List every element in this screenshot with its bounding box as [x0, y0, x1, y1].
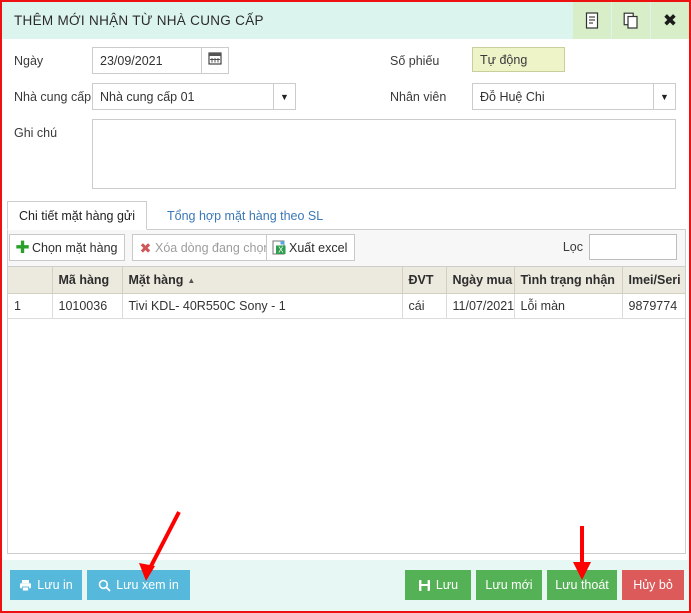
chevron-down-icon: ▼	[273, 84, 295, 109]
grid-toolbar: ✚ Chọn mặt hàng ✖ Xóa dòng đang chọn X X…	[7, 230, 686, 266]
select-item-label: Chọn mặt hàng	[32, 240, 118, 255]
document-button[interactable]	[573, 2, 611, 39]
employee-select[interactable]: Đỗ Huệ Chi ▼	[472, 83, 676, 110]
save-label: Lưu	[435, 578, 459, 592]
close-button[interactable]: ✖	[651, 2, 689, 39]
date-label: Ngày	[14, 54, 44, 68]
items-grid: Mã hàng Mặt hàng ▲ ĐVT Ngày mua Tình trạn…	[7, 266, 686, 554]
col-header-tinh-trang-nhan[interactable]: Tình trạng nhận	[514, 267, 623, 294]
supplier-select-value: Nhà cung cấp 01	[100, 89, 195, 104]
cell-ma-hang: 1010036	[52, 293, 123, 319]
date-input[interactable]: 23/09/2021	[92, 47, 202, 74]
document-icon	[585, 12, 600, 29]
form-area: Ngày 23/09/2021 Số phiếu Tự động Nhà cun…	[2, 39, 689, 197]
tab-chi-tiet-mat-hang-gui[interactable]: Chi tiết mặt hàng gửi	[7, 201, 148, 230]
calendar-button[interactable]	[202, 47, 229, 74]
filter-group: Lọc	[563, 234, 677, 260]
col-header-mat-hang[interactable]: Mặt hàng ▲	[122, 267, 403, 294]
save-button[interactable]: Lưu	[405, 570, 471, 600]
chevron-down-icon: ▼	[653, 84, 675, 109]
save-exit-label: Lưu thoát	[555, 578, 609, 592]
plus-icon: ✚	[15, 238, 30, 257]
export-excel-button[interactable]: X Xuất excel	[266, 234, 356, 261]
save-print-button[interactable]: Lưu in	[10, 570, 82, 600]
export-excel-label: Xuất excel	[289, 240, 348, 255]
cancel-button[interactable]: Hủy bỏ	[622, 570, 684, 600]
copy-button[interactable]	[612, 2, 650, 39]
filter-label: Lọc	[562, 240, 583, 254]
cell-stt: 1	[8, 293, 53, 319]
note-label: Ghi chú	[14, 126, 58, 140]
search-icon	[98, 579, 111, 592]
table-row[interactable]: 1 1010036 Tivi KDL- 40R550C Sony - 1 cái…	[8, 293, 685, 319]
svg-text:X: X	[278, 245, 284, 254]
filter-input[interactable]	[589, 234, 677, 260]
supplier-select[interactable]: Nhà cung cấp 01 ▼	[92, 83, 296, 110]
copy-icon	[623, 12, 639, 29]
col-header-ngay-mua[interactable]: Ngày mua	[446, 267, 515, 294]
select-item-button[interactable]: ✚ Chọn mặt hàng	[9, 234, 126, 261]
x-mark-icon: ✖	[139, 239, 152, 256]
col-header-ma-hang[interactable]: Mã hàng	[52, 267, 123, 294]
save-print-label: Lưu in	[37, 578, 73, 592]
cell-imei-seri: 9879774	[622, 293, 685, 319]
tabstrip: Chi tiết mặt hàng gửi Tổng hợp mặt hàng …	[7, 201, 686, 230]
cell-ngay-mua: 11/07/2021	[446, 293, 515, 319]
delete-row-label: Xóa dòng đang chọn	[155, 240, 271, 255]
cancel-label: Hủy bỏ	[633, 578, 673, 592]
page-title: THÊM MỚI NHẬN TỪ NHÀ CUNG CẤP	[14, 13, 264, 28]
cell-dvt: cái	[402, 293, 447, 319]
col-header-dvt[interactable]: ĐVT	[402, 267, 447, 294]
save-exit-button[interactable]: Lưu thoát	[547, 570, 617, 600]
supplier-receipt-dialog: THÊM MỚI NHẬN TỪ NHÀ CUNG CẤP ✖ Ngày 23/…	[0, 0, 691, 613]
sort-ascending-icon: ▲	[187, 275, 196, 285]
employee-select-value: Đỗ Huệ Chi	[480, 89, 545, 104]
supplier-label: Nhà cung cấp	[14, 90, 92, 104]
excel-icon: X	[271, 240, 288, 255]
delete-row-button[interactable]: ✖ Xóa dòng đang chọn	[132, 234, 279, 261]
close-icon: ✖	[662, 11, 678, 30]
voucher-number-field[interactable]: Tự động	[472, 47, 565, 72]
dialog-footer: Lưu in Lưu xem in Lưu Lưu mới Lưu thoát …	[2, 559, 689, 611]
voucher-label: Số phiếu	[390, 54, 440, 68]
employee-label: Nhân viên	[390, 90, 447, 104]
items-table: Mã hàng Mặt hàng ▲ ĐVT Ngày mua Tình trạn…	[8, 267, 685, 319]
col-header-imei-seri[interactable]: Imei/Seri	[622, 267, 685, 294]
save-preview-label: Lưu xem in	[116, 578, 179, 592]
calendar-icon	[208, 51, 222, 70]
tab-tong-hop-mat-hang-theo-sl[interactable]: Tổng hợp mặt hàng theo SL	[155, 201, 335, 230]
col-header-stt[interactable]	[8, 267, 53, 294]
save-new-label: Lưu mới	[485, 578, 533, 592]
dialog-titlebar: THÊM MỚI NHẬN TỪ NHÀ CUNG CẤP ✖	[2, 2, 689, 39]
save-new-button[interactable]: Lưu mới	[476, 570, 542, 600]
floppy-disk-icon	[418, 579, 431, 592]
table-header-row: Mã hàng Mặt hàng ▲ ĐVT Ngày mua Tình trạn…	[8, 267, 685, 294]
col-header-mat-hang-label: Mặt hàng	[128, 272, 184, 287]
save-preview-button[interactable]: Lưu xem in	[87, 570, 190, 600]
note-textarea[interactable]	[92, 119, 676, 189]
cell-mat-hang: Tivi KDL- 40R550C Sony - 1	[122, 293, 403, 319]
cell-tinh-trang-nhan: Lỗi màn	[514, 293, 623, 319]
printer-icon	[19, 579, 32, 592]
